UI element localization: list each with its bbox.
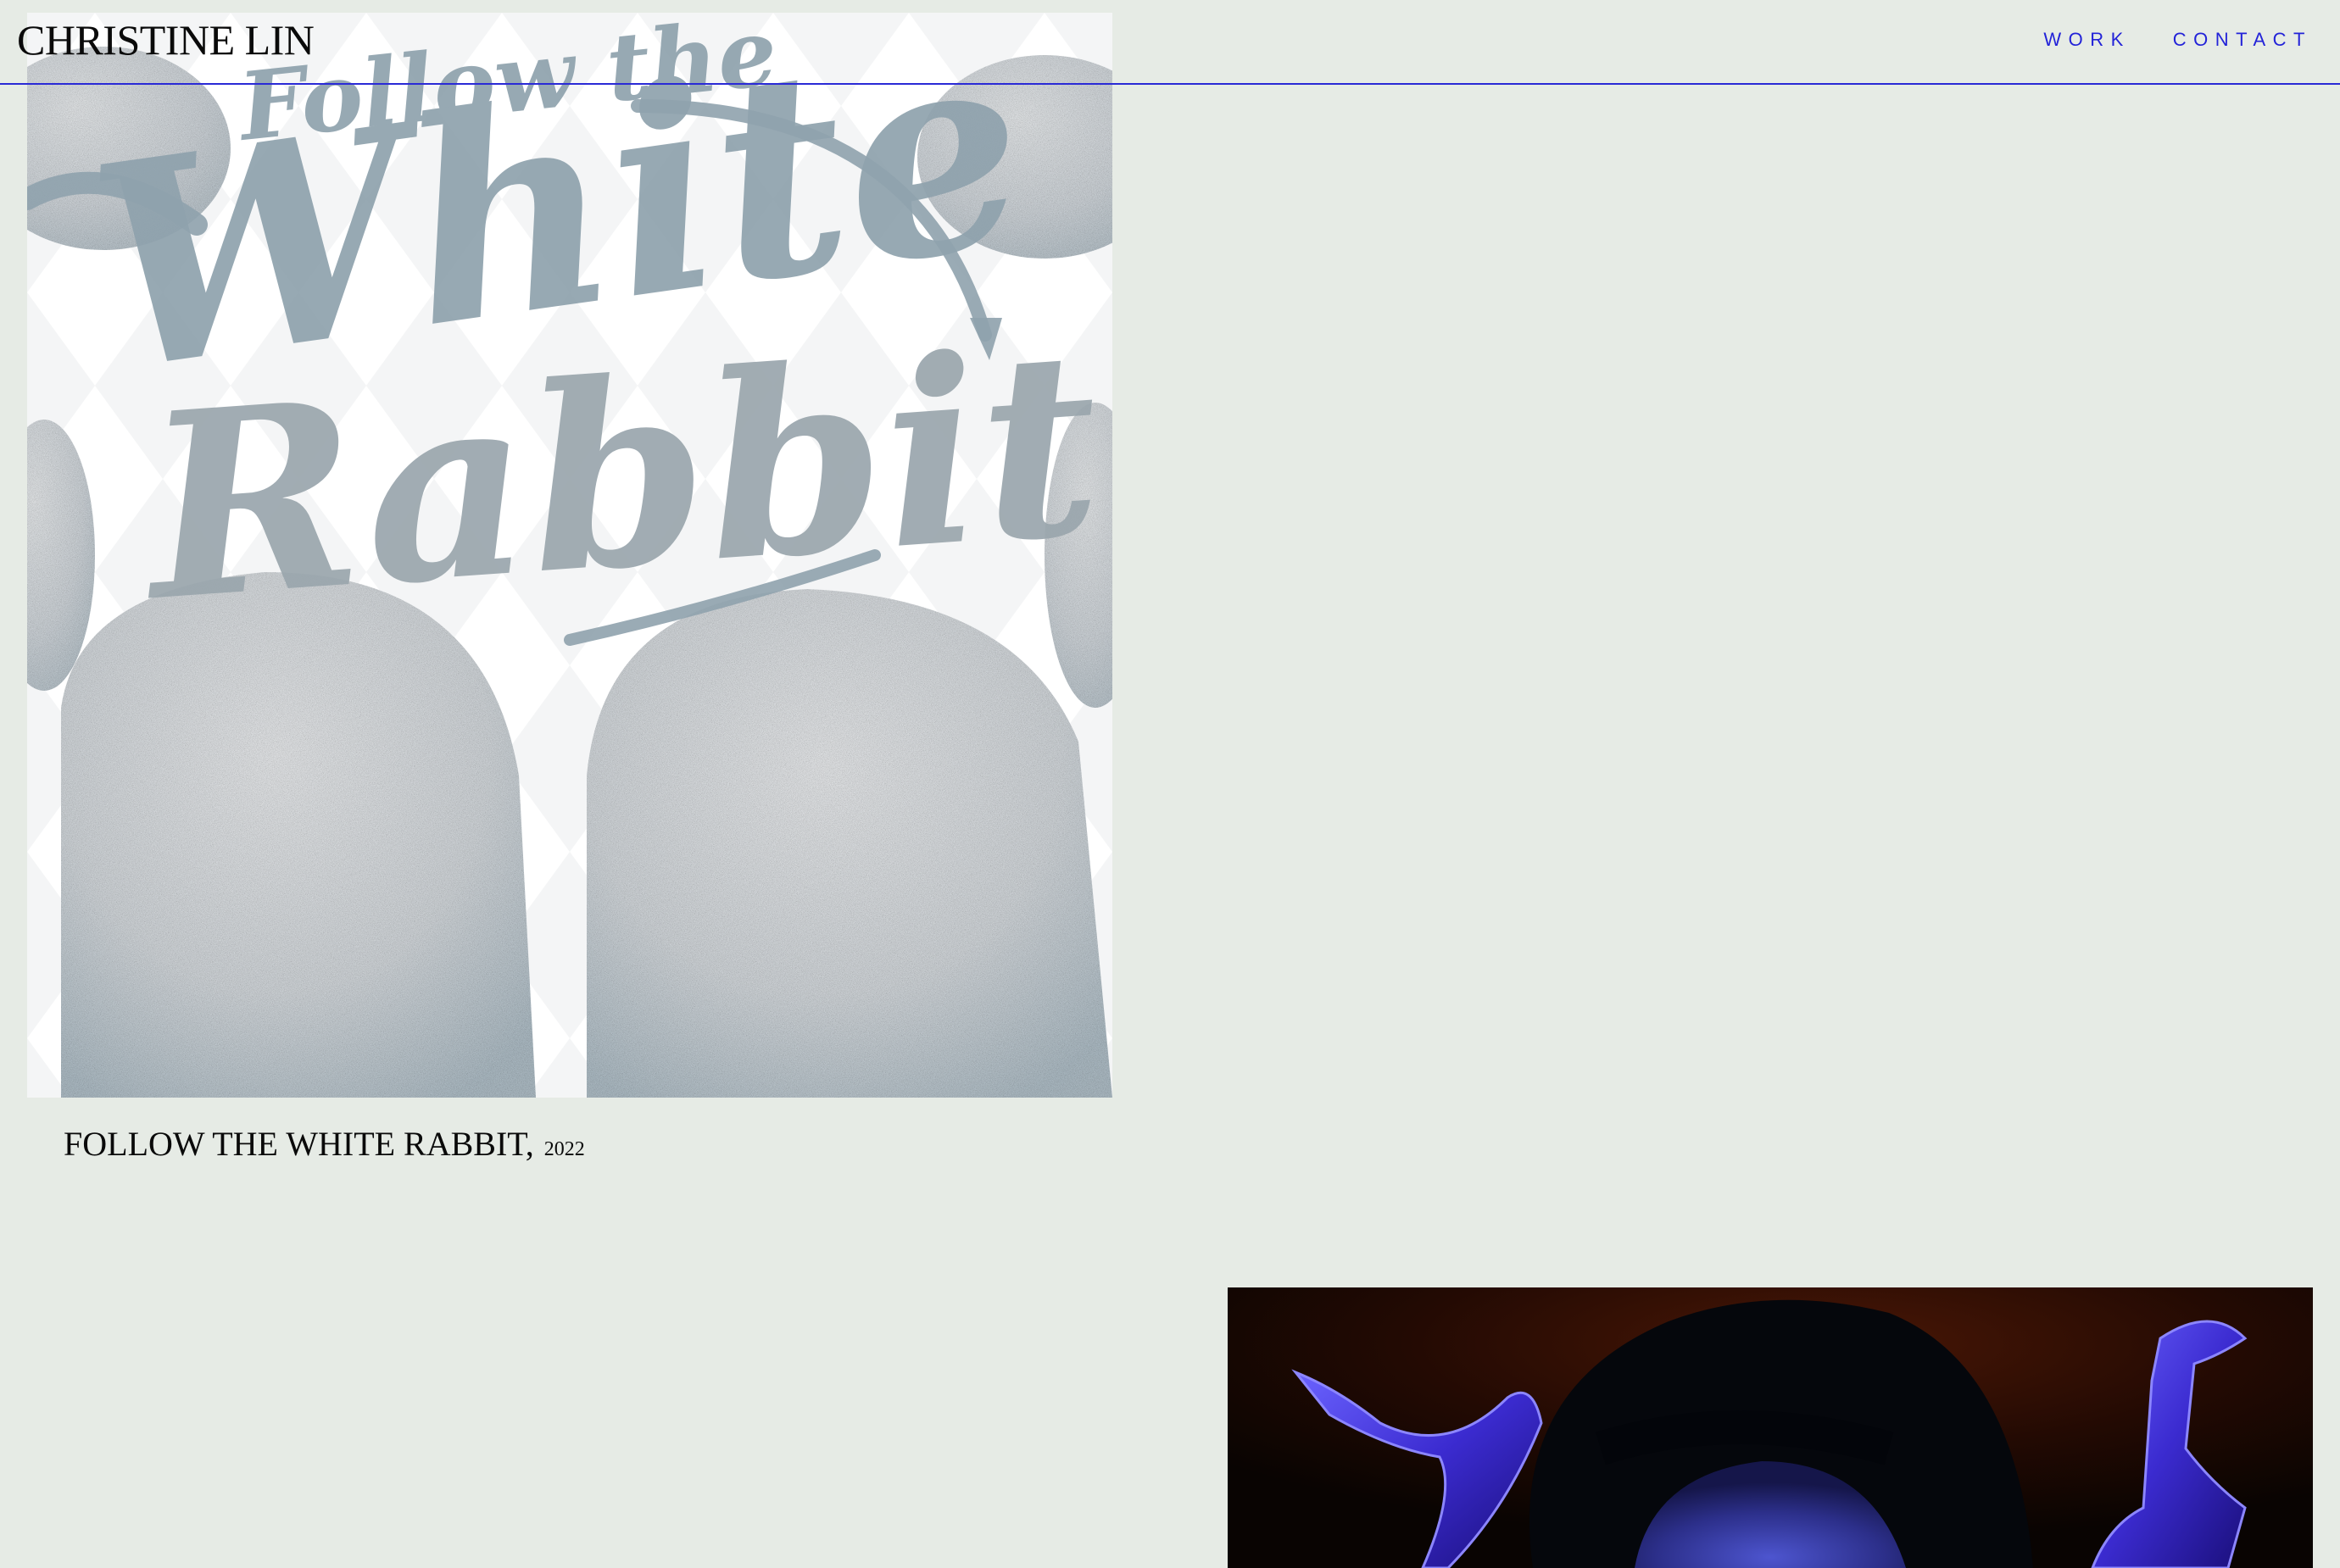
nav-link-contact[interactable]: CONTACT xyxy=(2173,29,2312,51)
site-title[interactable]: CHRISTINE LIN xyxy=(17,15,315,64)
project-year: 2022 xyxy=(543,1138,585,1160)
site-header: CHRISTINE LIN WORK CONTACT xyxy=(0,0,2340,85)
project-image-follow-the-white-rabbit[interactable]: Follow the White Rabbit xyxy=(27,13,1112,1098)
nav-link-work[interactable]: WORK xyxy=(2043,29,2130,51)
main-nav: WORK CONTACT xyxy=(2043,29,2312,51)
project-title: FOLLOW THE WHITE RABBIT, xyxy=(64,1125,534,1163)
project-image-portrait[interactable] xyxy=(1228,1287,2313,1568)
project-caption[interactable]: FOLLOW THE WHITE RABBIT, 2022 xyxy=(64,1124,585,1164)
